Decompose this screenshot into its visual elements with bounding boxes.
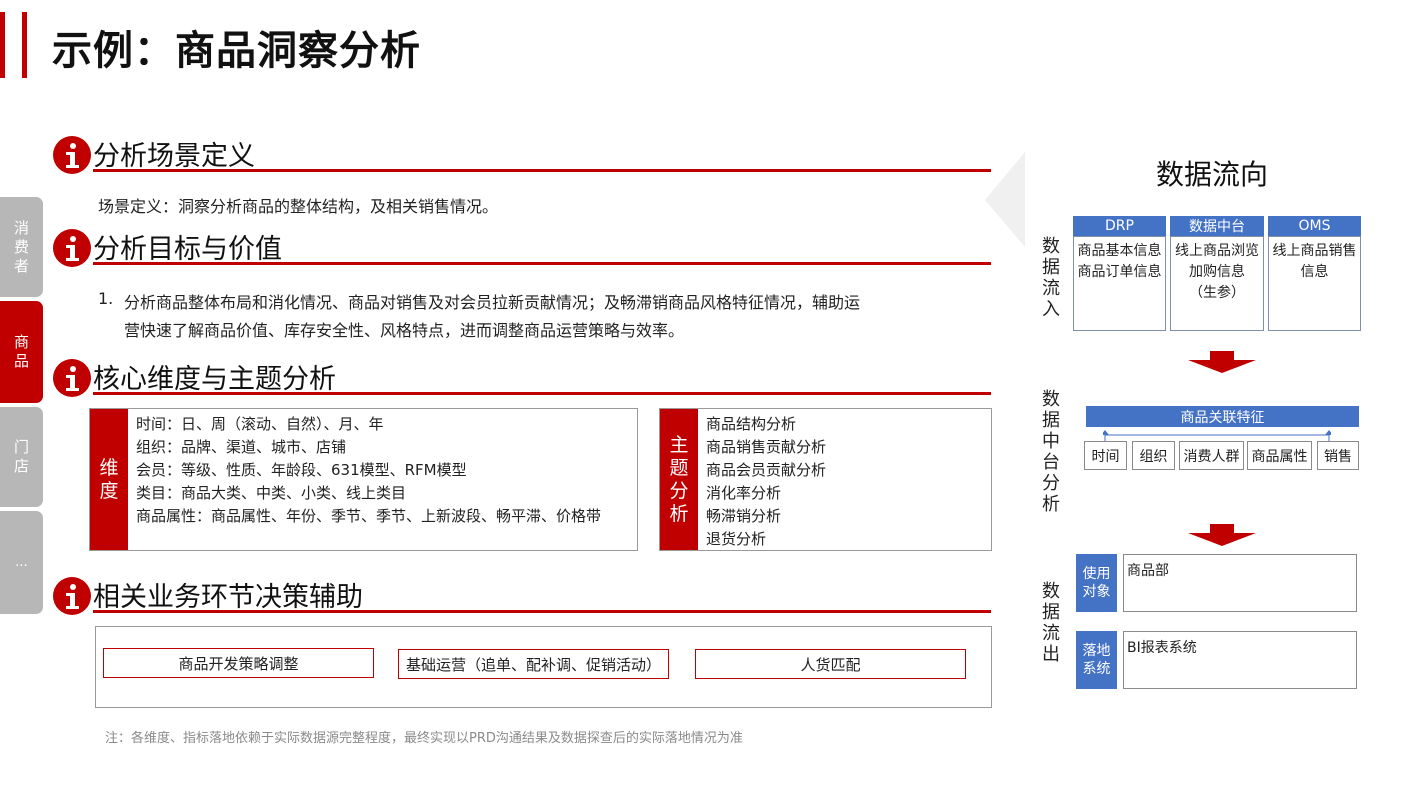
dimension-list: 时间：日、周（滚动、自然）、月、年 组织：品牌、渠道、城市、店铺 会员：等级、性… <box>136 413 601 528</box>
scene-definition-text: 场景定义：洞察分析商品的整体结构，及相关销售情况。 <box>98 197 499 216</box>
info-icon <box>53 359 91 397</box>
output-target-value: 商品部 <box>1123 554 1357 612</box>
goal-text-line2: 营快速了解商品价值、库存安全性、风格特点，进而调整商品运营策略与效率。 <box>124 321 685 340</box>
source-datamid-box: 线上商品浏览 加购信息 （生参） <box>1170 236 1264 331</box>
section-divider <box>93 610 991 613</box>
source-line: 信息 <box>1300 264 1329 280</box>
feature-item-time: 时间 <box>1084 441 1127 470</box>
topic-item: 退货分析 <box>706 530 767 548</box>
source-drp-header: DRP <box>1073 216 1166 236</box>
topic-item: 商品会员贡献分析 <box>706 461 827 479</box>
feature-bracket <box>1103 430 1331 441</box>
section-title-decision: 相关业务环节决策辅助 <box>93 582 363 613</box>
dimension-item: 时间：日、周（滚动、自然）、月、年 <box>136 415 384 433</box>
section-divider <box>93 262 991 265</box>
decision-item-basic-operations: 基础运营（追单、配补调、促销活动） <box>398 649 669 679</box>
topic-item: 商品结构分析 <box>706 415 797 433</box>
source-line: 线上商品浏览 <box>1175 243 1259 259</box>
source-line: 加购信息 <box>1189 264 1245 280</box>
inflow-label: 数据流入 <box>1042 236 1060 320</box>
tab-store[interactable]: 门店 <box>0 407 43 507</box>
dimension-item: 组织：品牌、渠道、城市、店铺 <box>136 438 347 456</box>
output-system-value: BI报表系统 <box>1123 631 1357 689</box>
footnote: 注：各维度、指标落地依赖于实际数据源完整程度，最终实现以PRD沟通结果及数据探查… <box>105 731 743 746</box>
source-line: 商品基本信息 <box>1077 243 1162 259</box>
topic-item: 商品销售贡献分析 <box>706 438 827 456</box>
info-icon <box>53 229 91 267</box>
tab-label: ... <box>15 555 28 570</box>
feature-item-org: 组织 <box>1132 441 1175 470</box>
dimension-item: 类目：商品大类、中类、小类、线上类目 <box>136 484 407 502</box>
outflow-label: 数据流出 <box>1042 581 1060 665</box>
section-divider <box>93 392 991 395</box>
decision-item-people-goods-match: 人货匹配 <box>695 649 966 679</box>
page-title: 示例：商品洞察分析 <box>52 28 421 74</box>
info-icon <box>53 577 91 615</box>
tab-more[interactable]: ... <box>0 511 43 614</box>
feature-title-bar: 商品关联特征 <box>1086 406 1359 427</box>
dimension-label: 维度 <box>90 409 128 550</box>
section-divider <box>93 169 991 172</box>
source-drp-box: 商品基本信息 商品订单信息 <box>1073 236 1166 331</box>
topic-item: 畅滞销分析 <box>706 507 782 525</box>
panel-pointer-arrow <box>985 152 1025 247</box>
topic-item: 消化率分析 <box>706 484 782 502</box>
tab-consumer[interactable]: 消费者 <box>0 197 43 297</box>
source-oms-box: 线上商品销售 信息 <box>1268 236 1361 331</box>
goal-text-line1: 分析商品整体布局和消化情况、商品对销售及对会员拉新贡献情况；及畅滞销商品风格特征… <box>124 293 861 312</box>
source-line: 商品订单信息 <box>1077 264 1162 280</box>
output-system-label: 落地系统 <box>1076 631 1117 689</box>
output-target-label: 使用对象 <box>1076 554 1117 612</box>
source-oms-header: OMS <box>1268 216 1361 236</box>
source-line: （生参） <box>1189 285 1245 301</box>
down-arrow-icon <box>1188 351 1256 373</box>
section-title-core: 核心维度与主题分析 <box>93 364 336 395</box>
source-datamid-header: 数据中台 <box>1170 216 1264 236</box>
mid-analysis-label: 数据中台分析 <box>1042 389 1060 515</box>
topic-label: 主题分析 <box>660 409 698 550</box>
goal-number: 1. <box>98 289 114 308</box>
header-bar-right <box>22 12 27 78</box>
tab-product[interactable]: 商品 <box>0 301 43 403</box>
feature-item-product-attr: 商品属性 <box>1247 441 1312 470</box>
dimension-item: 会员：等级、性质、年龄段、631模型、RFM模型 <box>136 461 467 479</box>
topic-list: 商品结构分析 商品销售贡献分析 商品会员贡献分析 消化率分析 畅滞销分析 退货分… <box>706 413 826 551</box>
feature-item-consumer-group: 消费人群 <box>1179 441 1244 470</box>
feature-item-sales: 销售 <box>1317 441 1359 470</box>
tab-label: 消费者 <box>13 218 29 275</box>
section-title-scene: 分析场景定义 <box>93 141 255 172</box>
info-icon <box>53 136 91 174</box>
decision-item-product-strategy: 商品开发策略调整 <box>103 648 374 678</box>
source-line: 线上商品销售 <box>1272 243 1357 259</box>
tab-label: 商品 <box>13 333 29 370</box>
down-arrow-icon <box>1188 524 1256 546</box>
flow-title: 数据流向 <box>1156 158 1269 191</box>
dimension-item: 商品属性：商品属性、年份、季节、季节、上新波段、畅平滞、价格带 <box>136 507 602 525</box>
header-bar-left <box>0 12 5 78</box>
tab-label: 门店 <box>13 438 29 475</box>
section-title-goal: 分析目标与价值 <box>93 234 282 265</box>
